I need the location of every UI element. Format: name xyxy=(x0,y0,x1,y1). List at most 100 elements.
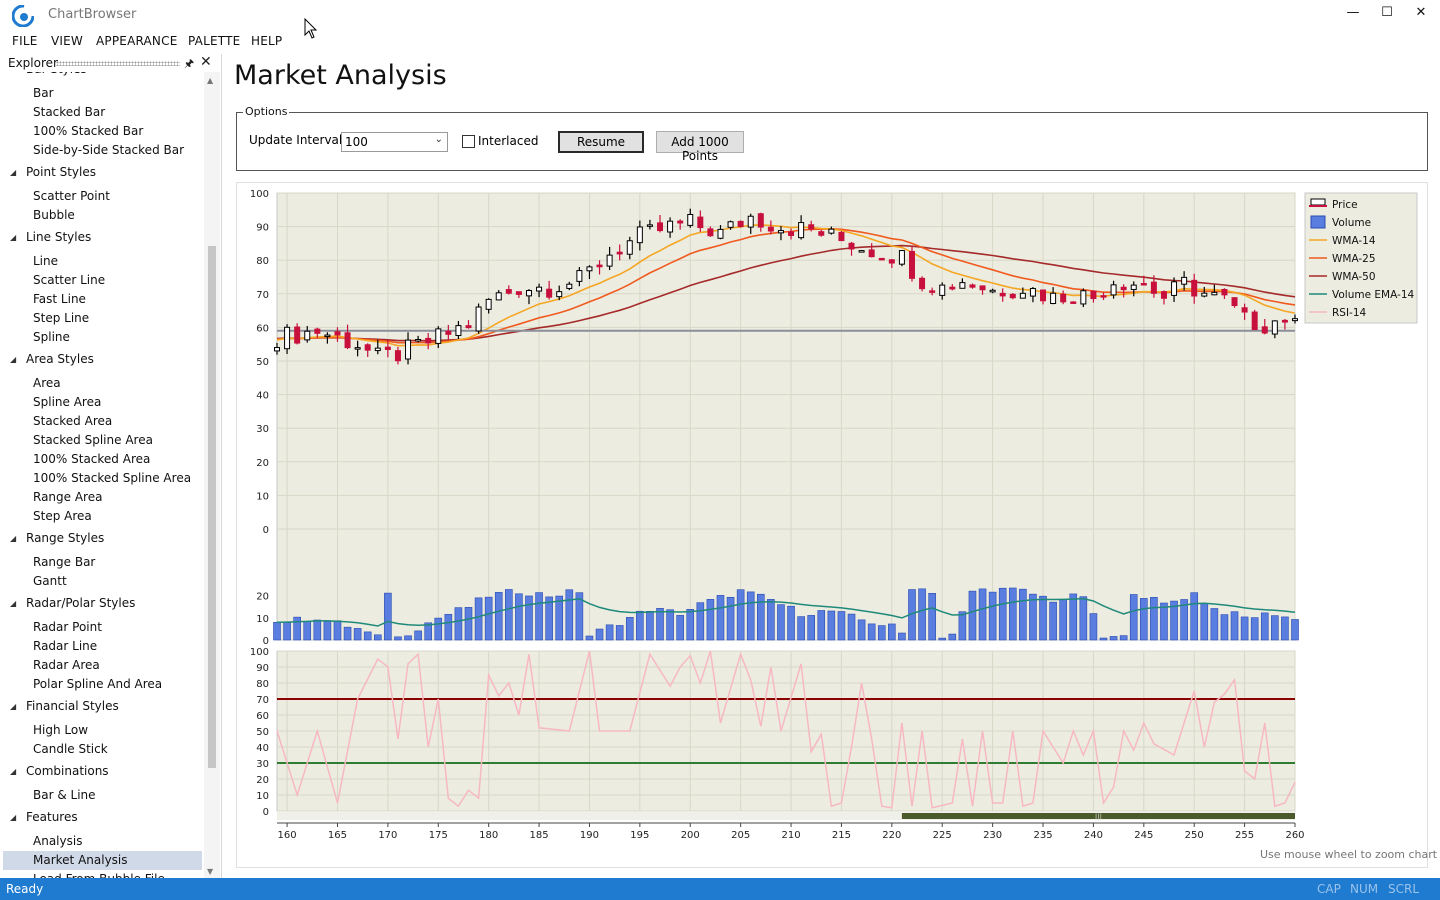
menu-palette[interactable]: PALETTE xyxy=(188,34,240,48)
tree-item-step-area[interactable]: Step Area xyxy=(33,509,92,523)
tree-item-line[interactable]: Line xyxy=(33,254,58,268)
volume-bar xyxy=(1240,616,1249,641)
tree-item-stacked-spline-area[interactable]: Stacked Spline Area xyxy=(33,433,153,447)
tree-item-range-area[interactable]: Range Area xyxy=(33,490,102,504)
volume-bar xyxy=(525,595,533,641)
tree-group-combinations[interactable]: Combinations xyxy=(26,764,109,778)
rsi-axis-tick-label: 50 xyxy=(256,727,269,738)
volume-axis-tick-label: 20 xyxy=(256,592,269,603)
tree-item-stacked-bar[interactable]: Stacked Bar xyxy=(33,105,105,119)
expand-arrow-icon[interactable]: ◢ xyxy=(10,355,16,364)
tree-group-bar-styles[interactable]: Bar Styles xyxy=(26,72,87,76)
expand-arrow-icon[interactable]: ◢ xyxy=(10,767,16,776)
update-interval-select[interactable]: 100 ⌄ xyxy=(341,132,448,152)
tree-group-radar-polar-styles[interactable]: Radar/Polar Styles xyxy=(26,596,135,610)
tree-item-bar-line[interactable]: Bar & Line xyxy=(33,788,96,802)
volume-axis-tick-label: 0 xyxy=(263,636,269,647)
maximize-button[interactable]: ☐ xyxy=(1375,5,1399,25)
expand-arrow-icon[interactable]: ◢ xyxy=(10,702,16,711)
add-points-button[interactable]: Add 1000 Points xyxy=(656,131,744,163)
volume-bar xyxy=(474,597,483,641)
tree-item-polar-spline-and-area[interactable]: Polar Spline And Area xyxy=(33,677,162,691)
tree-item-step-line[interactable]: Step Line xyxy=(33,311,89,325)
interlaced-checkbox[interactable] xyxy=(462,135,475,148)
volume-bar xyxy=(807,615,815,641)
tree-item-side-by-side-stacked-bar[interactable]: Side-by-Side Stacked Bar xyxy=(33,143,184,157)
interlaced-label[interactable]: Interlaced xyxy=(478,134,538,148)
menu-view[interactable]: VIEW xyxy=(51,34,83,48)
tree-item-spline-area[interactable]: Spline Area xyxy=(33,395,101,409)
candle-body xyxy=(646,224,653,227)
candle-body xyxy=(284,326,291,350)
tree-item-bubble[interactable]: Bubble xyxy=(33,208,75,222)
tree-group-area-styles[interactable]: Area Styles xyxy=(26,352,94,366)
market-chart[interactable]: 0102030405060708090100010200102030405060… xyxy=(237,183,1427,867)
tree-item-radar-point[interactable]: Radar Point xyxy=(33,620,102,634)
candle-body xyxy=(1251,311,1258,330)
tree-group-point-styles[interactable]: Point Styles xyxy=(26,165,96,179)
x-axis-tick-label: 175 xyxy=(429,830,448,841)
expand-arrow-icon[interactable]: ◢ xyxy=(10,534,16,543)
volume-bar xyxy=(676,615,684,641)
resume-button[interactable]: Resume xyxy=(558,131,644,153)
tree-item-candle-stick[interactable]: Candle Stick xyxy=(33,742,108,756)
tree-item-100-stacked-bar[interactable]: 100% Stacked Bar xyxy=(33,124,143,138)
candle-body xyxy=(626,240,633,255)
tree-item-high-low[interactable]: High Low xyxy=(33,723,88,737)
tree-item-fast-line[interactable]: Fast Line xyxy=(33,292,86,306)
rsi-axis-tick-label: 70 xyxy=(256,695,269,706)
tree-item-radar-line[interactable]: Radar Line xyxy=(33,639,97,653)
tree-group-features[interactable]: Features xyxy=(26,810,78,824)
tree-item-100-stacked-area[interactable]: 100% Stacked Area xyxy=(33,452,150,466)
candle-body xyxy=(1120,286,1127,291)
candle-body xyxy=(707,228,714,237)
tree-item-range-bar[interactable]: Range Bar xyxy=(33,555,95,569)
x-axis-tick-label: 250 xyxy=(1185,830,1204,841)
tree-item-stacked-area[interactable]: Stacked Area xyxy=(33,414,112,428)
explorer-grip[interactable] xyxy=(56,61,180,66)
expand-arrow-icon[interactable]: ◢ xyxy=(10,599,16,608)
tree-item-scatter-point[interactable]: Scatter Point xyxy=(33,189,110,203)
volume-bar xyxy=(515,593,523,641)
volume-bar xyxy=(746,591,755,641)
expand-arrow-icon[interactable]: ◢ xyxy=(10,168,16,177)
candle-body xyxy=(576,270,583,282)
tree-item-bar[interactable]: Bar xyxy=(33,86,54,100)
candle-body xyxy=(314,328,321,334)
tree-item-radar-area[interactable]: Radar Area xyxy=(33,658,100,672)
tree-item-gantt[interactable]: Gantt xyxy=(33,574,67,588)
menu-appearance[interactable]: APPEARANCE xyxy=(96,34,177,48)
rsi-axis-tick-label: 10 xyxy=(256,791,269,802)
tree-item-100-stacked-spline-area[interactable]: 100% Stacked Spline Area xyxy=(33,471,191,485)
tree-group-range-styles[interactable]: Range Styles xyxy=(26,531,104,545)
scroll-up-icon[interactable]: ▲ xyxy=(207,76,213,85)
volume-bar xyxy=(1220,614,1229,641)
tree-item-spline[interactable]: Spline xyxy=(33,330,70,344)
scroll-down-icon[interactable]: ▼ xyxy=(207,867,213,876)
candle-body xyxy=(546,288,553,298)
candle-body xyxy=(294,326,301,344)
tree-item-scatter-line[interactable]: Scatter Line xyxy=(33,273,105,287)
expand-arrow-icon[interactable]: ◢ xyxy=(10,233,16,242)
volume-bar xyxy=(505,589,513,641)
explorer-scrollbar[interactable]: ▲ ▼ xyxy=(204,72,220,878)
tree-item-analysis[interactable]: Analysis xyxy=(33,834,82,848)
candle-body xyxy=(828,228,835,234)
close-window-button[interactable]: ✕ xyxy=(1409,5,1433,25)
tree-group-financial-styles[interactable]: Financial Styles xyxy=(26,699,119,713)
menu-help[interactable]: HELP xyxy=(251,34,282,48)
legend-label: WMA-25 xyxy=(1332,253,1376,265)
candle-body xyxy=(888,259,895,264)
price-axis-tick-label: 40 xyxy=(256,391,269,402)
close-panel-icon[interactable]: ✕ xyxy=(200,54,212,70)
minimize-button[interactable]: — xyxy=(1341,5,1365,25)
menu-file[interactable]: FILE xyxy=(12,34,38,48)
scrollbar-thumb[interactable] xyxy=(208,246,216,768)
chart-panel[interactable]: 0 10 20 30 40 50 60 70 80 90 100 0 10 20 0 10 20 30 40 50 60… xyxy=(236,182,1428,868)
tree-group-line-styles[interactable]: Line Styles xyxy=(26,230,91,244)
legend-label: Volume EMA-14 xyxy=(1332,289,1415,301)
expand-arrow-icon[interactable]: ◢ xyxy=(10,813,16,822)
volume-bar xyxy=(1291,619,1299,641)
tree-item-market-analysis[interactable]: Market Analysis xyxy=(3,851,202,870)
tree-item-area[interactable]: Area xyxy=(33,376,61,390)
